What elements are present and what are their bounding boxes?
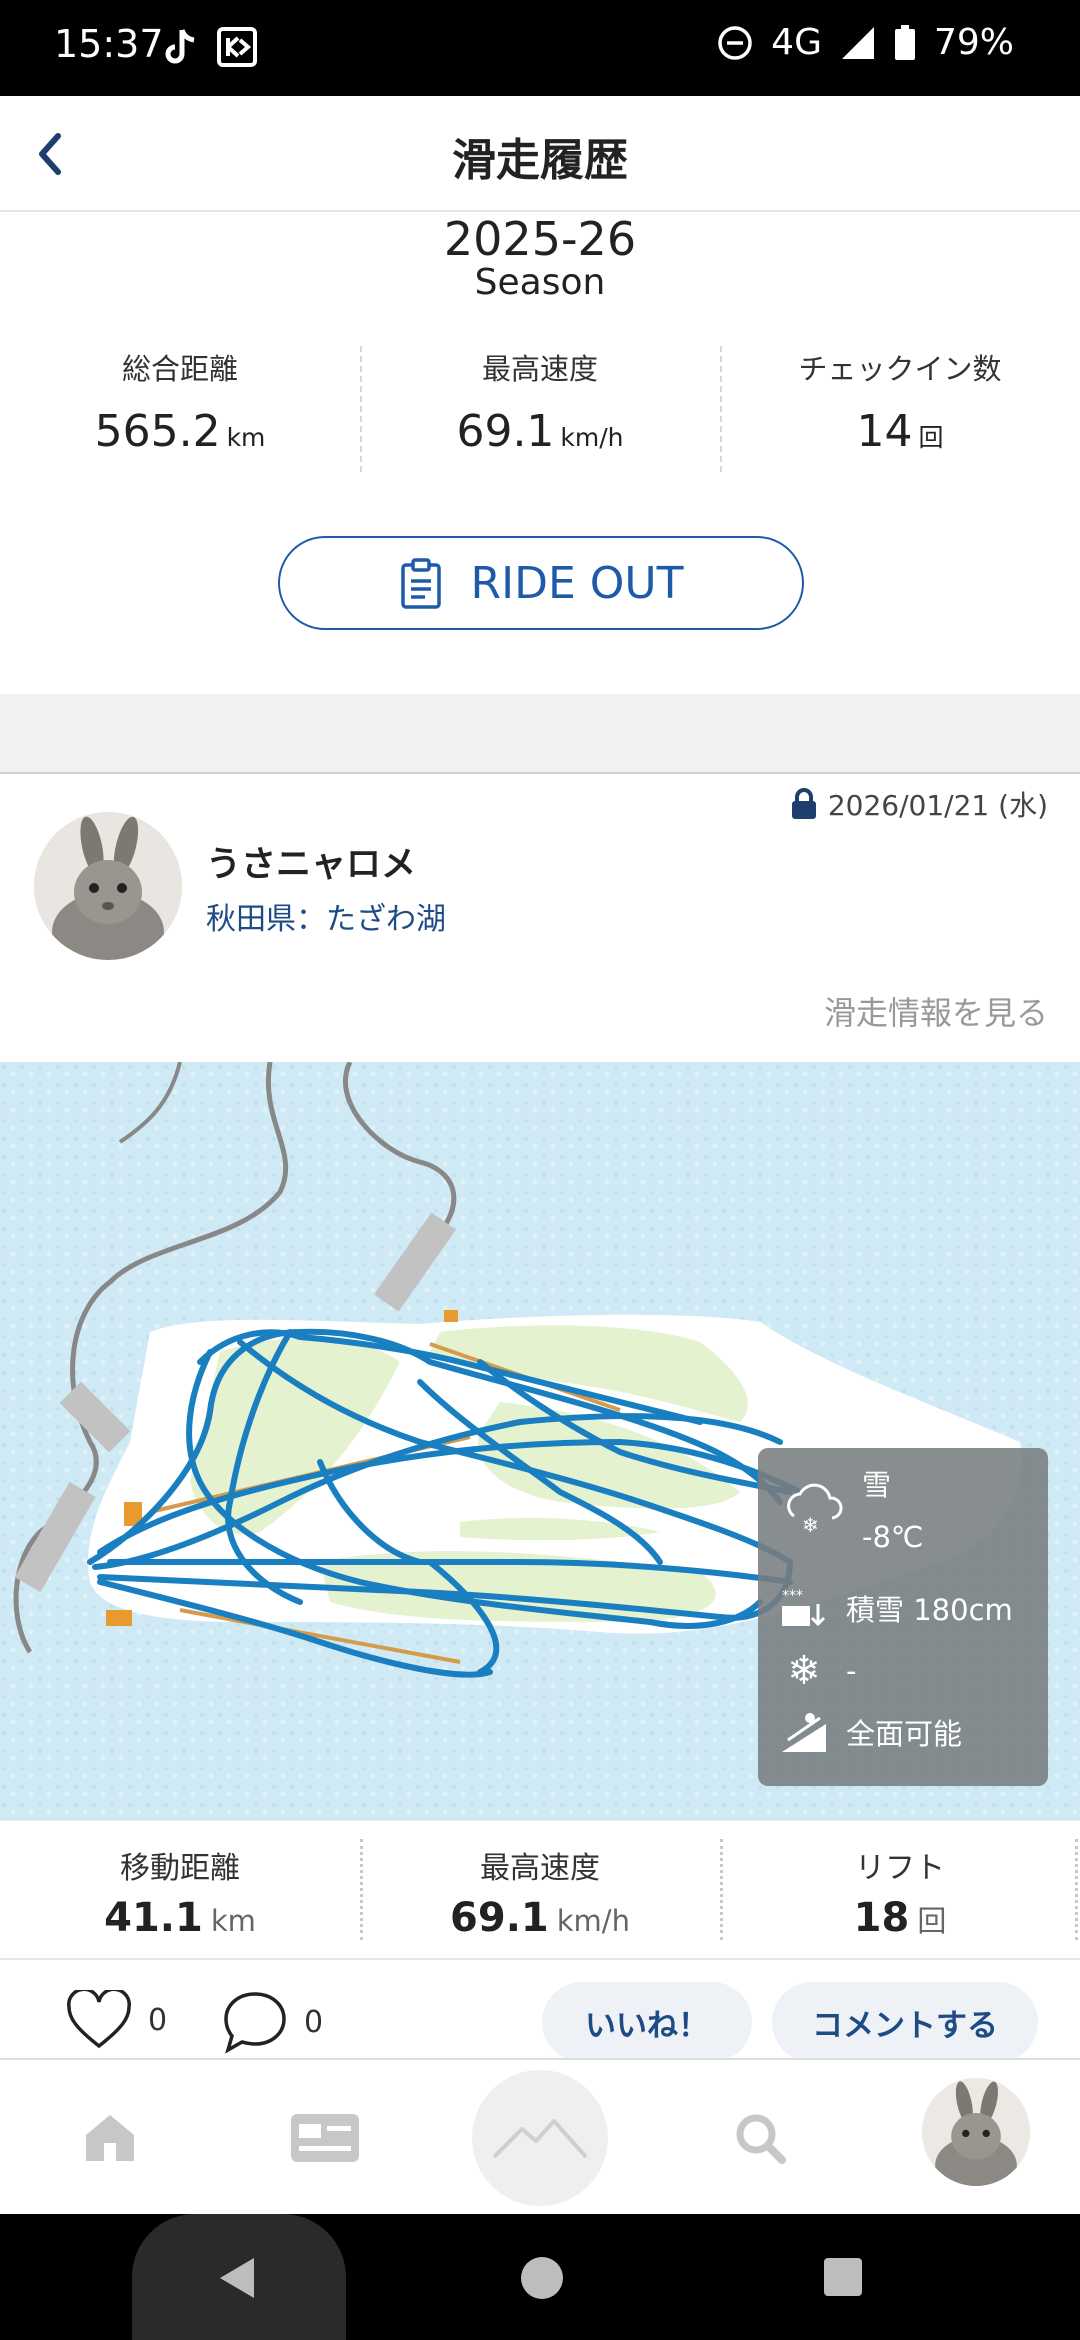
season-year: 2025-26 xyxy=(443,212,637,266)
system-recents-icon[interactable] xyxy=(822,2256,864,2298)
card-icon xyxy=(291,2114,359,2162)
bottom-nav xyxy=(0,2058,1080,2214)
stat-value-row: 14 回 xyxy=(720,406,1080,457)
stat-value-row: 565.2 km xyxy=(0,406,360,457)
stat-unit: km xyxy=(226,423,266,452)
stat-unit: km xyxy=(210,1904,256,1938)
post-date-text: 2026/01/21 (水) xyxy=(827,789,1048,822)
stat-unit: km/h xyxy=(556,1904,630,1938)
stat-value-row: 18 回 xyxy=(720,1895,1080,1941)
snow-cloud-icon: ❄ xyxy=(787,1483,843,1537)
rabbit-avatar-image xyxy=(922,2078,1030,2186)
comment-counter[interactable]: 0 xyxy=(222,1990,323,2054)
app-notification-icon xyxy=(217,27,257,67)
stat-unit: 回 xyxy=(917,1904,947,1938)
stat-value: 18 xyxy=(853,1895,910,1941)
page-title: 滑走履歴 xyxy=(452,135,628,186)
dnd-icon xyxy=(718,25,752,60)
weather-course-row: 全面可能 xyxy=(780,1710,962,1754)
snowflake-icon: ❄ xyxy=(787,1648,821,1694)
stat-value: 41.1 xyxy=(104,1895,203,1941)
battery-percent: 79% xyxy=(933,22,1014,63)
season-stats: 総合距離 565.2 km 最高速度 69.1 km/h チェックイン数 14 回 xyxy=(0,346,1080,472)
season-stat-checkins: チェックイン数 14 回 xyxy=(720,346,1080,472)
weather-temperature: -8℃ xyxy=(862,1520,924,1554)
stat-label: チェックイン数 xyxy=(798,352,1002,386)
mountain-icon xyxy=(492,2119,588,2159)
stat-value: 565.2 xyxy=(94,406,221,457)
weather-snow-depth-row: *** 積雪 180cm xyxy=(780,1586,1013,1630)
user-avatar[interactable] xyxy=(34,812,182,960)
stat-label: 総合距離 xyxy=(121,352,238,386)
app-bar: 滑走履歴 xyxy=(0,96,1080,212)
weather-course-status: 全面可能 xyxy=(846,1717,963,1751)
like-count: 0 xyxy=(148,2002,168,2038)
ride-out-label: RIDE OUT xyxy=(470,557,684,609)
comment-count: 0 xyxy=(304,2004,324,2040)
ride-stat-distance: 移動距離 41.1 km xyxy=(0,1821,360,1958)
ride-stat-speed: 最高速度 69.1 km/h xyxy=(360,1821,720,1958)
weather-panel: 雪 ❄ -8℃ *** 積雪 180cm ❄ - 全面可能 xyxy=(758,1448,1048,1786)
like-counter[interactable]: 0 xyxy=(66,1990,167,2050)
status-bar: 15:37 4G 79% xyxy=(0,0,1080,96)
rabbit-avatar-image xyxy=(34,812,182,960)
tiktok-icon xyxy=(165,29,195,64)
snow-depth-icon: *** xyxy=(782,1588,826,1627)
like-button[interactable]: いいね！ xyxy=(542,1982,752,2062)
stat-label: 移動距離 xyxy=(120,1851,240,1886)
post-date: 2026/01/21 (水) xyxy=(790,784,1048,824)
stat-label: リフト xyxy=(855,1851,945,1886)
svg-text:❄: ❄ xyxy=(802,1513,819,1537)
view-ride-info-link[interactable]: 滑走情報を見る xyxy=(824,988,1048,1034)
comment-button[interactable]: コメントする xyxy=(772,1982,1038,2062)
home-icon xyxy=(86,2115,134,2161)
stat-value-row: 69.1 km/h xyxy=(360,1895,720,1941)
location[interactable]: 秋田県：たざわ湖 xyxy=(206,894,446,938)
stat-unit: 回 xyxy=(918,423,944,452)
lock-icon xyxy=(791,788,816,819)
stat-label: 最高速度 xyxy=(480,1851,600,1886)
nav-profile-avatar[interactable] xyxy=(922,2078,1030,2186)
season-stat-distance: 総合距離 565.2 km xyxy=(0,346,360,472)
system-nav-bar xyxy=(0,2214,1080,2340)
ride-out-button[interactable]: RIDE OUT xyxy=(278,536,804,630)
signal-icon xyxy=(841,26,874,59)
nav-card[interactable] xyxy=(270,2060,380,2216)
status-right: 4G 79% xyxy=(717,22,1014,63)
post-actions: 0 0 いいね！ コメントする xyxy=(0,1962,1080,2062)
season-stat-speed: 最高速度 69.1 km/h xyxy=(360,346,720,472)
weather-temp-row: -8℃ xyxy=(862,1520,923,1554)
clipboard-icon xyxy=(400,558,441,609)
system-back-icon[interactable] xyxy=(214,2254,262,2302)
stat-value: 14 xyxy=(856,406,913,457)
weather-snow-depth: 積雪 180cm xyxy=(846,1593,1013,1627)
stat-unit: km/h xyxy=(560,423,624,452)
ride-stats: 移動距離 41.1 km 最高速度 69.1 km/h リフト 18 回 xyxy=(0,1820,1080,1960)
skier-icon xyxy=(782,1713,826,1752)
nav-search[interactable] xyxy=(710,2060,810,2216)
heart-icon xyxy=(67,1990,131,2049)
system-home-icon[interactable] xyxy=(518,2254,566,2302)
weather-condition-row: 雪 xyxy=(862,1462,891,1504)
search-icon xyxy=(736,2114,786,2164)
stat-label: 最高速度 xyxy=(481,352,598,386)
section-divider xyxy=(0,694,1080,774)
ride-stat-lift: リフト 18 回 xyxy=(720,1821,1080,1958)
stat-value: 69.1 xyxy=(456,406,555,457)
status-time: 15:37 xyxy=(54,22,164,66)
weather-new-snow-row: ❄ - xyxy=(780,1648,856,1694)
season-label: Season xyxy=(474,262,606,303)
comment-bubble-icon xyxy=(224,1992,286,2054)
nav-home[interactable] xyxy=(60,2060,160,2216)
stat-value-row: 69.1 km/h xyxy=(360,406,720,457)
svg-text:***: *** xyxy=(782,1588,803,1604)
nav-mountain[interactable] xyxy=(472,2070,608,2206)
network-type: 4G xyxy=(771,22,822,63)
weather-new-snow: - xyxy=(846,1654,857,1688)
stat-value: 69.1 xyxy=(450,1895,549,1941)
stat-value-row: 41.1 km xyxy=(0,1895,360,1941)
username[interactable]: うさニャロメ xyxy=(206,836,416,887)
weather-condition: 雪 xyxy=(862,1468,892,1502)
battery-icon xyxy=(894,24,915,60)
